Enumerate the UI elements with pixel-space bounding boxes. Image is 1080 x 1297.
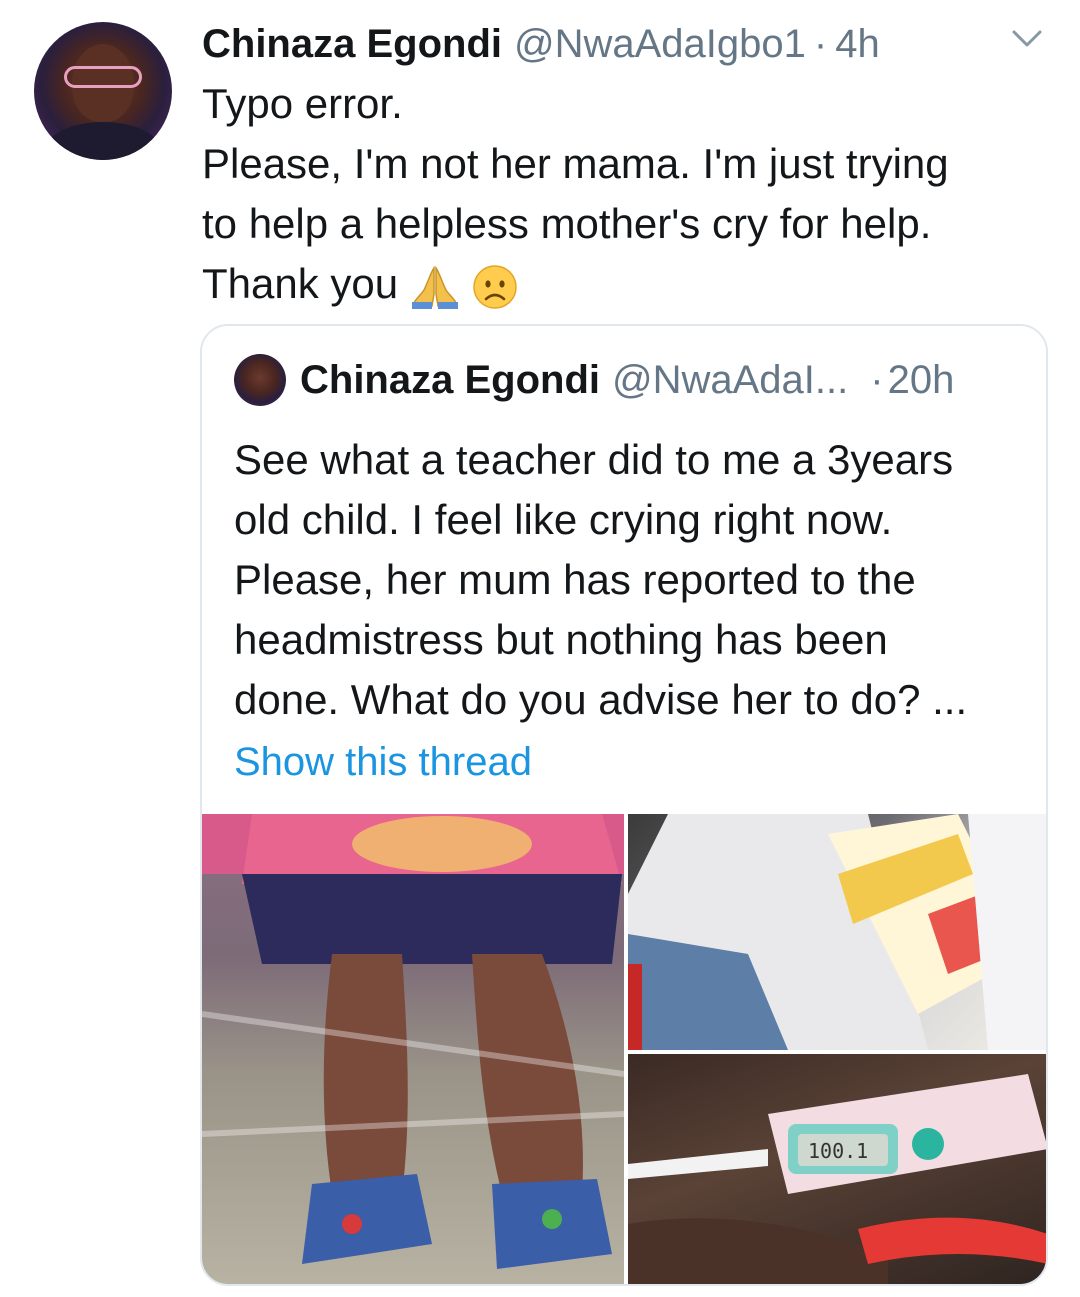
quoted-author-handle: @NwaAdaI...	[612, 357, 849, 402]
tweet-text-line: to help a helpless mother's cry for help…	[202, 200, 932, 247]
photo-thermometer[interactable]: 100.1	[628, 1054, 1046, 1284]
quoted-text-line: headmistress but nothing has been	[234, 616, 888, 663]
photo-thermometer-drawing: 100.1	[628, 1074, 1046, 1284]
tweet-time[interactable]: 4h	[835, 22, 880, 67]
chevron-down-icon[interactable]	[1010, 26, 1044, 52]
header-separator: ·	[813, 21, 828, 66]
tweet-text-line: Please, I'm not her mama. I'm just tryin…	[202, 140, 949, 187]
photo-child-legs[interactable]	[202, 814, 624, 1284]
frowning-face-icon	[473, 265, 518, 309]
author-avatar[interactable]	[34, 22, 172, 160]
avatar-glasses	[64, 66, 142, 88]
folded-hands-icon	[411, 265, 458, 309]
thermometer-reading: 100.1	[808, 1139, 868, 1163]
tweet-text-line: Typo error.	[202, 80, 403, 127]
photo-bag-drawing	[628, 814, 1046, 1050]
media-grid: 100.1	[202, 814, 1046, 1284]
quoted-text-line: See what a teacher did to me a 3years	[234, 436, 954, 483]
quoted-author-name: Chinaza Egondi	[300, 357, 600, 402]
tweet-text-line-last: Thank you	[202, 254, 1042, 314]
quoted-header-separator: ·	[870, 357, 884, 402]
quoted-text-line: done. What do you advise her to do? ...	[234, 676, 968, 723]
avatar-shoulders	[44, 122, 162, 160]
tweet-text-thank-you: Thank you	[202, 260, 399, 307]
author-name[interactable]: Chinaza Egondi	[202, 22, 502, 67]
quoted-text-line: old child. I feel like crying right now.	[234, 496, 893, 543]
tweet-text: Typo error. Please, I'm not her mama. I'…	[202, 74, 1042, 314]
author-handle[interactable]: @NwaAdaIgbo1	[514, 22, 806, 67]
photo-child-legs-drawing	[202, 814, 624, 1269]
quoted-tweet-text: See what a teacher did to me a 3years ol…	[234, 430, 1024, 730]
tweet-header: Chinaza Egondi @NwaAdaIgbo1 · 4h	[202, 14, 1050, 74]
quoted-tweet[interactable]: Chinaza Egondi @NwaAdaI... · 20h See wha…	[200, 324, 1048, 1286]
show-thread-link[interactable]: Show this thread	[234, 732, 532, 792]
quoted-author-avatar	[234, 354, 286, 406]
quoted-tweet-header: Chinaza Egondi @NwaAdaI... · 20h	[300, 350, 1026, 410]
photo-bag-with-mi-cee[interactable]	[628, 814, 1046, 1050]
quoted-text-line: Please, her mum has reported to the	[234, 556, 916, 603]
quoted-tweet-time: 20h	[887, 357, 955, 402]
